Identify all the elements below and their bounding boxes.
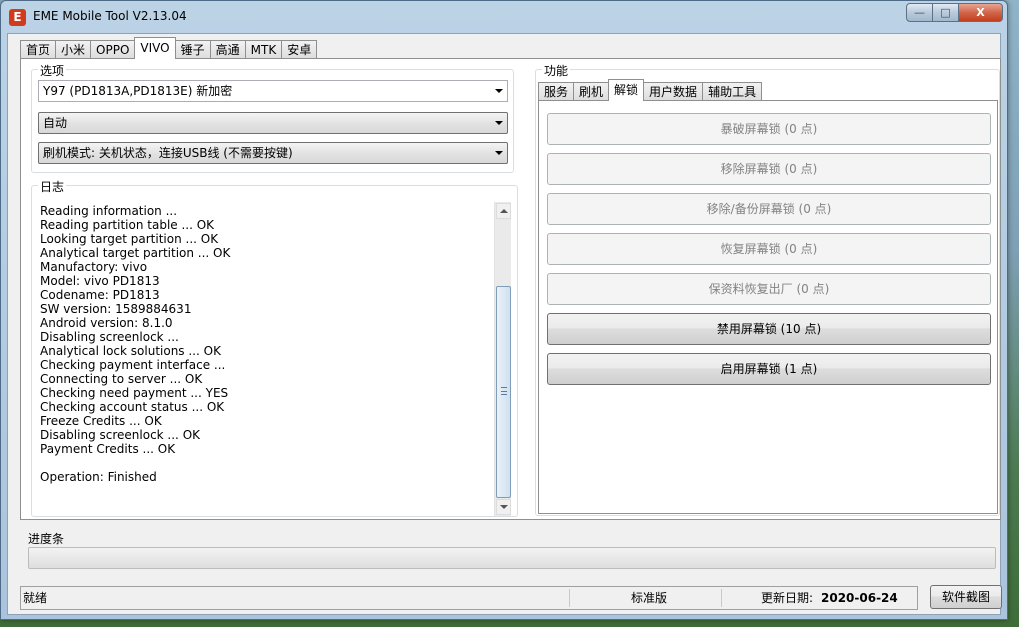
tab-aux-tools[interactable]: 辅助工具 [702,82,763,101]
tab-qualcomm[interactable]: 高通 [209,40,246,59]
function-tab-strip: 服务 刷机 解锁 用户数据 辅助工具 [538,79,763,101]
log-line: Codename: PD1813 [40,288,160,302]
tab-unlock[interactable]: 解锁 [608,79,645,101]
main-tab-strip: 首页 小米 OPPO VIVO 锤子 高通 MTK 安卓 [20,37,318,59]
log-line: Freeze Credits ... OK [40,414,162,428]
main-window: E EME Mobile Tool V2.13.04 — □ X 首页 小米 O… [0,0,1008,620]
scroll-thumb[interactable] [496,286,511,498]
status-divider [569,589,570,607]
tab-vivo[interactable]: VIVO [134,37,176,59]
restore-lock-button[interactable]: 恢复屏幕锁 (0 点) [547,233,991,265]
caption-buttons: — □ X [906,3,1003,23]
log-line: Checking need payment ... YES [40,386,229,400]
update-date-label: 更新日期: [761,591,814,605]
log-line: SW version: 1589884631 [40,302,192,316]
dropdown-arrow-icon [495,89,503,93]
scroll-down-arrow-icon [500,505,508,509]
brute-force-lock-button[interactable]: 暴破屏幕锁 (0 点) [547,113,991,145]
status-bar: 就绪 标准版 更新日期: 2020-06-24 [20,586,918,610]
tab-xiaomi[interactable]: 小米 [55,40,92,59]
window-title: EME Mobile Tool V2.13.04 [33,9,187,23]
tab-user-data[interactable]: 用户数据 [643,82,704,101]
scroll-up-button[interactable] [496,203,511,219]
maximize-button[interactable]: □ [933,3,959,22]
enable-lock-button[interactable]: 启用屏幕锁 (1 点) [547,353,991,385]
log-output[interactable]: Reading information ... Reading partition… [37,202,511,516]
update-date-value: 2020-06-24 [821,591,898,605]
vivo-tab-panel: 选项 Y97 (PD1813A,PD1813E) 新加密 自动 刷机模式: 关机… [20,58,1001,520]
tab-android[interactable]: 安卓 [281,40,318,59]
functions-group: 功能 服务 刷机 解锁 用户数据 辅助工具 暴破屏幕锁 (0 点) 移除屏幕锁 … [535,62,1000,516]
options-group: 选项 Y97 (PD1813A,PD1813E) 新加密 自动 刷机模式: 关机… [31,62,514,173]
functions-group-label: 功能 [542,62,571,79]
client-area: 首页 小米 OPPO VIVO 锤子 高通 MTK 安卓 选项 Y97 (PD1… [7,33,1002,615]
status-text: 就绪 [23,591,48,605]
remove-backup-lock-button[interactable]: 移除/备份屏幕锁 (0 点) [547,193,991,225]
log-line: Checking account status ... OK [40,400,225,414]
tab-home[interactable]: 首页 [20,40,57,59]
log-line: Android version: 8.1.0 [40,316,173,330]
disable-lock-button[interactable]: 禁用屏幕锁 (10 点) [547,313,991,345]
title-bar[interactable]: E EME Mobile Tool V2.13.04 — □ X [1,1,1007,33]
scroll-up-arrow-icon [500,209,508,213]
log-text: Reading information ... Reading partition… [40,204,490,484]
edition-label: 标准版 [631,591,668,605]
log-line: Manufactory: vivo [40,260,148,274]
minimize-button[interactable]: — [906,3,933,22]
grip-icon [501,387,507,395]
log-line: Model: vivo PD1813 [40,274,160,288]
scroll-down-button[interactable] [496,499,511,515]
model-select[interactable]: Y97 (PD1813A,PD1813E) 新加密 [38,80,508,102]
flash-mode-select-value: 刷机模式: 关机状态，连接USB线 (不需要按键) [43,146,293,160]
log-line: Analytical lock solutions ... OK [40,344,221,358]
flash-mode-select[interactable]: 刷机模式: 关机状态，连接USB线 (不需要按键) [38,142,508,164]
status-divider [721,589,722,607]
log-line: Disabling screenlock ... [40,330,179,344]
log-line: Reading information ... [40,204,178,218]
remove-lock-button[interactable]: 移除屏幕锁 (0 点) [547,153,991,185]
tab-mtk[interactable]: MTK [244,40,283,59]
log-line: Operation: Finished [40,470,157,484]
tab-oppo[interactable]: OPPO [90,40,136,59]
log-scrollbar[interactable] [494,202,511,516]
unlock-panel: 暴破屏幕锁 (0 点) 移除屏幕锁 (0 点) 移除/备份屏幕锁 (0 点) 恢… [538,100,998,514]
mode-select-value: 自动 [43,116,68,130]
log-line: Connecting to server ... OK [40,372,203,386]
log-line: Analytical target partition ... OK [40,246,231,260]
log-line: Reading partition table ... OK [40,218,215,232]
eme-logo-icon: E [9,9,26,26]
tab-flash[interactable]: 刷机 [573,82,610,101]
dropdown-arrow-icon [495,121,503,125]
log-line: Payment Credits ... OK [40,442,176,456]
log-group: 日志 Reading information ... Reading partit… [31,178,518,517]
progress-bar [28,547,996,569]
options-group-label: 选项 [38,62,67,79]
mode-select[interactable]: 自动 [38,112,508,134]
dropdown-arrow-icon [495,151,503,155]
log-line: Disabling screenlock ... OK [40,428,201,442]
close-button[interactable]: X [959,3,1003,22]
factory-reset-keep-data-button[interactable]: 保资料恢复出厂 (0 点) [547,273,991,305]
model-select-value: Y97 (PD1813A,PD1813E) 新加密 [43,84,233,98]
tab-smartisan[interactable]: 锤子 [174,40,211,59]
screenshot-button[interactable]: 软件截图 [930,585,1002,609]
progress-label: 进度条 [28,532,65,546]
log-group-label: 日志 [38,178,67,195]
tab-service[interactable]: 服务 [538,82,575,101]
log-line: Looking target partition ... OK [40,232,219,246]
log-line: Checking payment interface ... [40,358,226,372]
